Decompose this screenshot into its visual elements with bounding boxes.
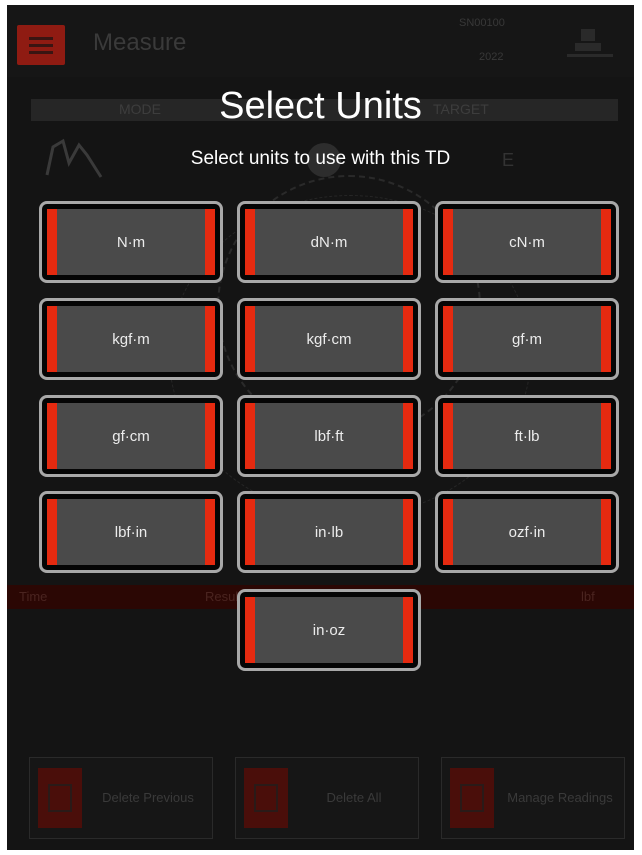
unit-label: N·m <box>116 233 146 251</box>
column-time: Time <box>19 589 48 604</box>
top-bar: Measure SN00100 2022 <box>7 5 634 77</box>
unit-label: ozf·in <box>508 523 546 541</box>
device-icon[interactable] <box>567 27 613 61</box>
unit-button-ozf-in[interactable]: ozf·in <box>435 491 619 573</box>
modal-title: Select Units <box>219 85 422 127</box>
modal-subtitle: Select units to use with this TD <box>190 148 451 169</box>
unit-label: cN·m <box>509 233 545 251</box>
unit-label: kgf·m <box>112 330 150 348</box>
unit-button-gf-m[interactable]: gf·m <box>435 298 619 380</box>
unit-label: gf·m <box>512 330 542 348</box>
trash-icon <box>38 768 82 828</box>
unit-label: ft·lb <box>514 427 540 445</box>
unit-button-in-lb[interactable]: in·lb <box>237 491 421 573</box>
unit-label: gf·cm <box>112 427 150 445</box>
unit-button-in-oz[interactable]: in·oz <box>237 589 421 671</box>
menu-button[interactable] <box>17 25 65 65</box>
app-screen: Measure SN00100 2022 MODE TARGET E Time … <box>7 5 634 850</box>
unit-button-cn-m[interactable]: cN·m <box>435 201 619 283</box>
unit-button-lbf-in[interactable]: lbf·in <box>39 491 223 573</box>
unit-label: kgf·cm <box>306 330 352 348</box>
unit-button-dn-m[interactable]: dN·m <box>237 201 421 283</box>
screen-title: Measure <box>93 29 187 56</box>
unit-button-n-m[interactable]: N·m <box>39 201 223 283</box>
menu-icon <box>29 37 53 40</box>
serial-number: SN00100 <box>459 17 505 29</box>
column-units: lbf <box>581 589 595 604</box>
unit-label: in·lb <box>314 523 344 541</box>
document-icon <box>450 768 494 828</box>
unit-label: lbf·ft <box>314 427 344 445</box>
unit-button-gf-cm[interactable]: gf·cm <box>39 395 223 477</box>
unit-label: dN·m <box>310 233 348 251</box>
delete-all-button[interactable]: Delete All <box>235 757 419 839</box>
unit-button-ft-lb[interactable]: ft·lb <box>435 395 619 477</box>
unit-label: lbf·in <box>114 523 148 541</box>
unit-label: in·oz <box>312 621 346 639</box>
unit-button-lbf-ft[interactable]: lbf·ft <box>237 395 421 477</box>
unit-button-kgf-cm[interactable]: kgf·cm <box>237 298 421 380</box>
delete-previous-button[interactable]: Delete Previous <box>29 757 213 839</box>
trash-icon <box>244 768 288 828</box>
unit-button-kgf-m[interactable]: kgf·m <box>39 298 223 380</box>
serial-year: 2022 <box>479 51 504 63</box>
manage-readings-button[interactable]: Manage Readings <box>441 757 625 839</box>
